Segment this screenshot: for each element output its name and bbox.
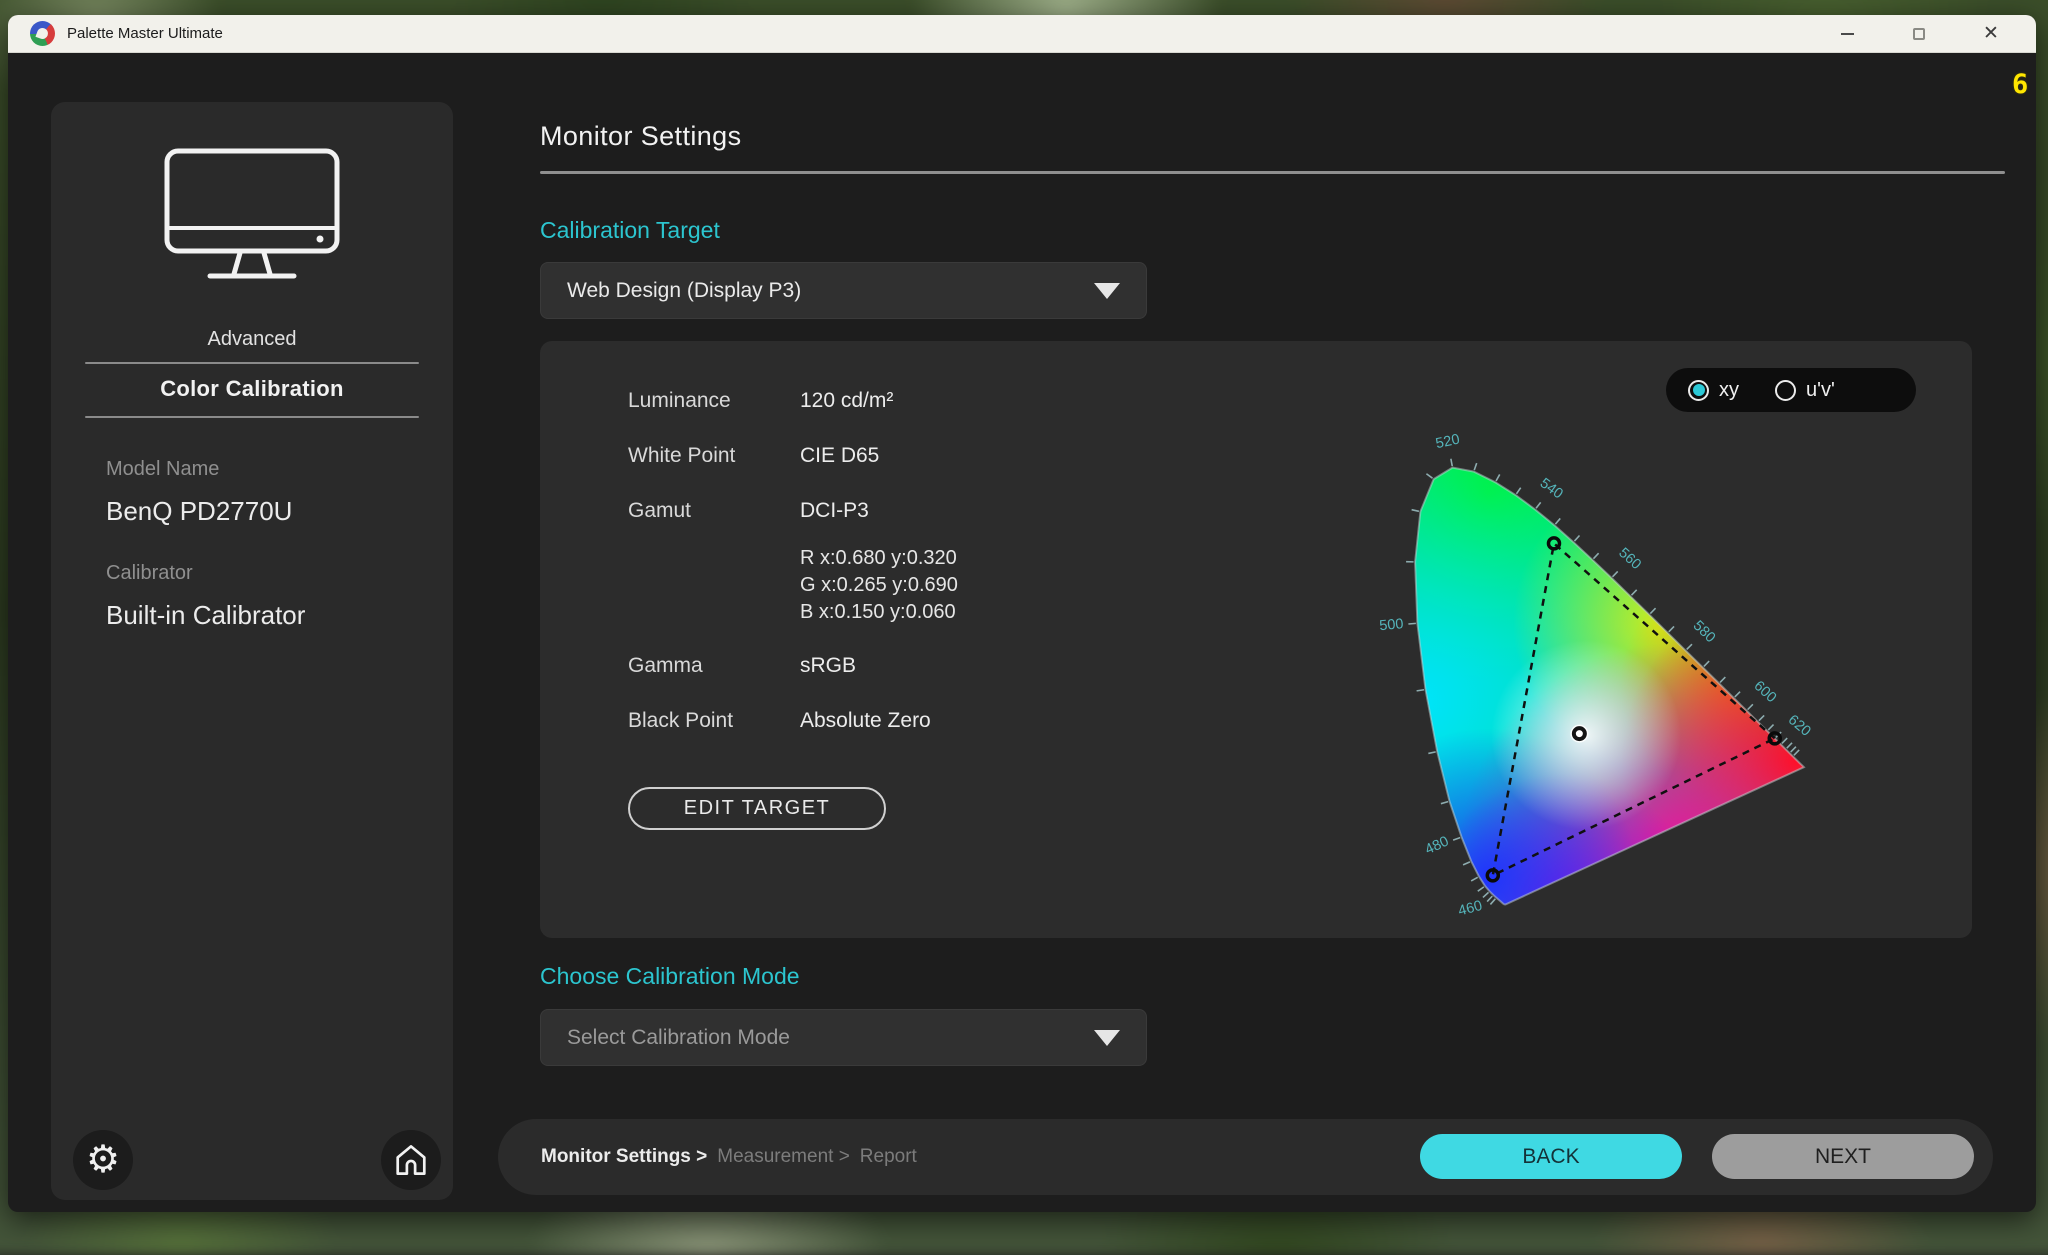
gamma-value: sRGB — [800, 654, 856, 678]
app-window: Palette Master Ultimate ✕ 6 Advanced Col… — [8, 15, 2036, 1212]
gamut-blue-xy: B x:0.150 y:0.060 — [800, 599, 958, 626]
svg-text:520: 520 — [1434, 432, 1461, 453]
divider — [85, 362, 419, 364]
svg-text:500: 500 — [1379, 616, 1405, 634]
luminance-label: Luminance — [628, 389, 731, 413]
gamut-rgb-coordinates: R x:0.680 y:0.320 G x:0.265 y:0.690 B x:… — [800, 545, 958, 626]
radio-uv-label[interactable]: u'v' — [1806, 379, 1835, 402]
chevron-down-icon — [1094, 283, 1120, 299]
app-logo-icon — [30, 21, 55, 46]
overlay-counter-badge: 6 — [2012, 69, 2028, 100]
radio-uv-unselected[interactable] — [1775, 380, 1796, 401]
diagram-axes-toggle: xy u'v' — [1666, 368, 1916, 412]
model-name-label: Model Name — [106, 458, 219, 481]
svg-text:480: 480 — [1423, 833, 1452, 858]
footer-bar: Monitor Settings > Measurement > Report … — [498, 1119, 1993, 1195]
breadcrumb-monitor-settings: Monitor Settings > — [541, 1146, 707, 1168]
breadcrumb-measurement: Measurement > — [717, 1146, 850, 1168]
divider — [85, 416, 419, 418]
minimize-button[interactable] — [1836, 23, 1858, 45]
close-button[interactable]: ✕ — [1980, 23, 2002, 45]
next-button[interactable]: NEXT — [1712, 1134, 1974, 1179]
page-title: Monitor Settings — [540, 121, 742, 152]
svg-text:560: 560 — [1615, 545, 1644, 573]
settings-button[interactable]: ⚙ — [73, 1130, 133, 1190]
svg-text:540: 540 — [1537, 475, 1566, 502]
gamut-label: Gamut — [628, 499, 691, 523]
model-name-value: BenQ PD2770U — [106, 496, 292, 527]
title-rule — [540, 171, 2005, 174]
monitor-icon — [163, 147, 341, 287]
gamma-label: Gamma — [628, 654, 703, 678]
cie-spectrum-fill — [1338, 413, 1858, 933]
title-bar[interactable]: Palette Master Ultimate ✕ — [8, 15, 2036, 53]
section-title-color-calibration: Color Calibration — [51, 376, 453, 402]
mode-label: Advanced — [51, 328, 453, 351]
chevron-down-icon — [1094, 1030, 1120, 1046]
maximize-button[interactable] — [1908, 23, 1930, 45]
calibration-mode-placeholder: Select Calibration Mode — [567, 1026, 790, 1050]
choose-calibration-mode-heading: Choose Calibration Mode — [540, 963, 800, 990]
calibration-mode-dropdown[interactable]: Select Calibration Mode — [540, 1009, 1147, 1066]
svg-text:620: 620 — [1785, 712, 1814, 740]
white-point-value: CIE D65 — [800, 444, 879, 468]
gear-icon: ⚙ — [86, 1141, 120, 1179]
calibration-target-panel: Luminance 120 cd/m² White Point CIE D65 … — [540, 341, 1972, 938]
svg-text:460: 460 — [1457, 898, 1485, 920]
black-point-label: Black Point — [628, 709, 733, 733]
gamut-green-xy: G x:0.265 y:0.690 — [800, 572, 958, 599]
black-point-value: Absolute Zero — [800, 709, 931, 733]
white-point-label: White Point — [628, 444, 735, 468]
calibration-target-value: Web Design (Display P3) — [567, 279, 801, 303]
radio-xy-label[interactable]: xy — [1719, 379, 1739, 402]
gamut-red-xy: R x:0.680 y:0.320 — [800, 545, 958, 572]
breadcrumb: Monitor Settings > Measurement > Report — [541, 1119, 917, 1195]
home-button[interactable] — [381, 1130, 441, 1190]
edit-target-button[interactable]: EDIT TARGET — [628, 787, 886, 830]
radio-xy-selected[interactable] — [1688, 380, 1709, 401]
sidebar: Advanced Color Calibration Model Name Be… — [51, 102, 453, 1200]
calibration-target-heading: Calibration Target — [540, 217, 720, 244]
calibrator-value: Built-in Calibrator — [106, 600, 305, 631]
cie-chromaticity-diagram: 460 480 500 520 540 560 580 600620 — [1338, 413, 1858, 933]
home-icon — [392, 1141, 430, 1179]
luminance-value: 120 cd/m² — [800, 389, 893, 413]
maximize-icon — [1913, 28, 1925, 40]
svg-text:600: 600 — [1751, 678, 1780, 706]
breadcrumb-report: Report — [860, 1146, 917, 1168]
back-button[interactable]: BACK — [1420, 1134, 1682, 1179]
minimize-icon — [1841, 33, 1854, 35]
app-title: Palette Master Ultimate — [67, 25, 223, 42]
calibration-target-dropdown[interactable]: Web Design (Display P3) — [540, 262, 1147, 319]
close-icon: ✕ — [1983, 24, 1999, 43]
svg-text:580: 580 — [1690, 618, 1719, 646]
gamut-value: DCI-P3 — [800, 499, 869, 523]
calibrator-label: Calibrator — [106, 562, 193, 585]
